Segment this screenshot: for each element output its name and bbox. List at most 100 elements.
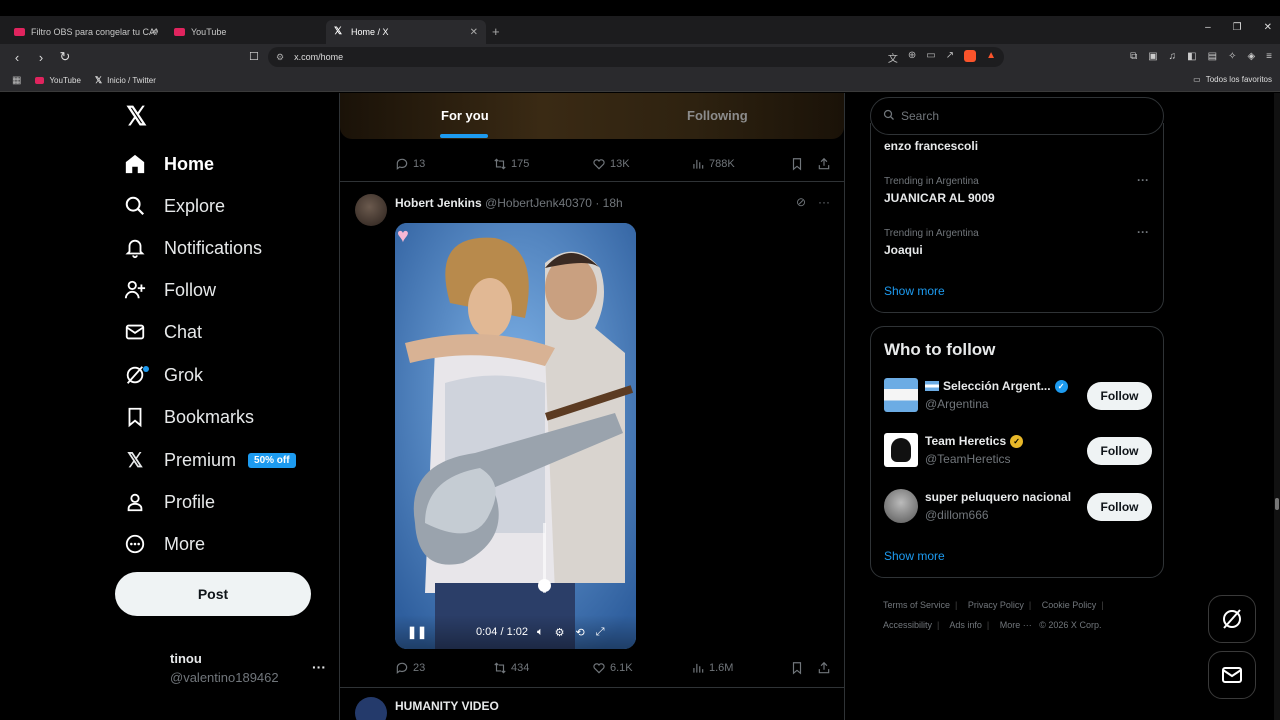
follow-button[interactable]: Follow <box>1087 382 1152 410</box>
follow-suggestion[interactable]: Team Heretics ✓ @TeamHeretics Follow <box>884 433 1152 469</box>
more-dots-icon[interactable]: ··· <box>1137 173 1149 187</box>
new-tab-button[interactable]: + <box>486 24 508 44</box>
repost-button[interactable]: 434 <box>493 661 529 675</box>
like-button[interactable]: 13K <box>592 157 630 171</box>
cast-icon[interactable]: ▭ <box>926 50 935 65</box>
wallet-icon[interactable]: ▤ <box>1208 51 1217 62</box>
bookmark-youtube[interactable]: YouTube <box>35 76 81 85</box>
nav-home[interactable]: Home <box>124 149 214 179</box>
site-settings-icon[interactable]: ⚙ <box>276 52 284 63</box>
extension-icon[interactable]: ▣ <box>1148 51 1157 62</box>
views-button[interactable]: 788K <box>691 157 735 171</box>
views-button[interactable]: 1.6M <box>691 661 733 675</box>
nav-explore[interactable]: Explore <box>124 191 225 221</box>
x-logo-icon[interactable]: 𝕏 <box>126 101 147 132</box>
address-bar[interactable]: ⚙ x.com/home 文 ⊕ ▭ ↗ ▲ <box>268 47 1004 67</box>
nav-premium[interactable]: 𝕏 Premium 50% off <box>124 445 296 475</box>
follow-suggestion[interactable]: super peluquero nacional @dillom666 Foll… <box>884 489 1152 525</box>
forward-icon[interactable]: › <box>34 50 48 65</box>
trend-item[interactable]: Trending in Argentina JUANICAR AL 9009 <box>884 176 995 205</box>
tab-following[interactable]: Following <box>687 108 748 123</box>
avatar[interactable] <box>884 433 918 467</box>
share-icon[interactable]: ↗ <box>946 50 954 65</box>
leo-icon[interactable]: ✧ <box>1228 51 1236 62</box>
more-dots-icon[interactable]: ··· <box>818 195 830 209</box>
volume-slider-handle[interactable] <box>538 579 551 592</box>
repost-button[interactable]: 175 <box>493 157 529 171</box>
avatar[interactable] <box>884 378 918 412</box>
extension-icon[interactable]: ⧉ <box>1130 51 1137 62</box>
brave-shield-icon[interactable] <box>964 50 977 62</box>
close-icon[interactable]: ✕ <box>470 27 478 38</box>
close-window-icon[interactable]: ✕ <box>1264 22 1272 33</box>
bookmark-button[interactable] <box>790 157 804 171</box>
like-button[interactable]: 6.1K <box>592 661 633 675</box>
browser-tab-youtube[interactable]: YouTube <box>166 20 326 44</box>
nav-profile[interactable]: Profile <box>124 487 215 517</box>
footer-link[interactable]: Accessibility <box>883 620 932 630</box>
replay-icon[interactable]: ⟲ <box>575 626 584 639</box>
nav-follow[interactable]: Follow <box>124 275 216 305</box>
bookmark-button[interactable] <box>790 661 804 675</box>
reply-button[interactable]: 23 <box>395 661 425 675</box>
follow-button[interactable]: Follow <box>1087 437 1152 465</box>
bookmark-twitter[interactable]: 𝕏 Inicio / Twitter <box>95 75 156 86</box>
account-switcher[interactable]: tinou @valentino189462 <box>170 651 279 685</box>
bookmark-page-icon[interactable]: ☐ <box>249 50 259 63</box>
sidebar-icon[interactable]: ◧ <box>1187 51 1196 62</box>
follow-suggestion[interactable]: Selección Argent... ✓ @Argentina Follow <box>884 378 1152 414</box>
more-dots-icon[interactable]: ··· <box>312 659 326 675</box>
zoom-icon[interactable]: ⊕ <box>908 50 916 65</box>
avatar[interactable] <box>884 489 918 523</box>
minimize-icon[interactable]: – <box>1205 22 1211 33</box>
author-name[interactable]: HUMANITY VIDEO <box>395 699 499 713</box>
who-to-follow-show-more-link[interactable]: Show more <box>884 549 945 563</box>
author-name[interactable]: Hobert Jenkins <box>395 196 482 210</box>
volume-icon[interactable]: 🔈︎ <box>537 626 544 639</box>
rewards-icon[interactable]: ▲ <box>986 50 996 65</box>
avatar[interactable] <box>355 697 387 720</box>
nav-chat[interactable]: Chat <box>124 317 202 347</box>
settings-icon[interactable]: ⚙ <box>555 626 565 639</box>
grok-icon[interactable]: ⊘ <box>796 195 806 209</box>
avatar[interactable] <box>355 194 387 226</box>
tweet-time[interactable]: 18h <box>603 196 623 210</box>
maximize-icon[interactable]: ❐ <box>1233 22 1242 33</box>
page-scrollbar[interactable] <box>1274 93 1280 720</box>
scrollbar-thumb[interactable] <box>1275 498 1279 510</box>
reload-icon[interactable]: ↻ <box>58 49 72 65</box>
follow-button[interactable]: Follow <box>1087 493 1152 521</box>
back-icon[interactable]: ‹ <box>10 50 24 65</box>
nav-bookmarks[interactable]: Bookmarks <box>124 402 254 432</box>
share-button[interactable] <box>817 157 831 171</box>
trends-show-more-link[interactable]: Show more <box>884 284 945 298</box>
nav-more[interactable]: More <box>124 529 205 559</box>
reply-button[interactable]: 13 <box>395 157 425 171</box>
trend-item[interactable]: Trending in Argentina Joaqui <box>884 228 979 257</box>
footer-link[interactable]: Ads info <box>949 620 982 630</box>
more-dots-icon[interactable]: ··· <box>1137 225 1149 239</box>
video-player[interactable]: ♥ ❚❚ 0:04 / 1:02 🔈︎ ⚙ ⟲ ⤢ <box>395 223 636 649</box>
pause-icon[interactable]: ❚❚ <box>407 625 427 639</box>
footer-link[interactable]: Cookie Policy <box>1042 600 1097 610</box>
grok-fab-button[interactable] <box>1208 595 1256 643</box>
nav-grok[interactable]: Grok <box>124 360 203 390</box>
nav-notifications[interactable]: Notifications <box>124 233 262 263</box>
close-icon[interactable]: ✕ <box>150 27 158 38</box>
media-icon[interactable]: ♫ <box>1169 51 1177 62</box>
footer-link[interactable]: More ··· <box>1000 620 1032 630</box>
messages-fab-button[interactable] <box>1208 651 1256 699</box>
author-handle[interactable]: @HobertJenk40370 <box>485 196 592 210</box>
browser-tab-x-home[interactable]: 𝕏 Home / X ✕ <box>326 20 486 44</box>
translate-icon[interactable]: 文 <box>888 50 898 65</box>
footer-link[interactable]: Privacy Policy <box>968 600 1024 610</box>
all-bookmarks[interactable]: ▭ Todos los favoritos <box>1193 75 1272 84</box>
apps-icon[interactable]: ▦ <box>12 75 21 86</box>
share-button[interactable] <box>817 661 831 675</box>
post-button[interactable]: Post <box>115 572 311 616</box>
search-input[interactable]: Search <box>870 97 1164 135</box>
trend-item[interactable]: enzo francescoli <box>884 139 978 153</box>
fullscreen-icon[interactable]: ⤢ <box>596 626 605 639</box>
vpn-icon[interactable]: ◈ <box>1247 51 1255 62</box>
footer-link[interactable]: Terms of Service <box>883 600 950 610</box>
